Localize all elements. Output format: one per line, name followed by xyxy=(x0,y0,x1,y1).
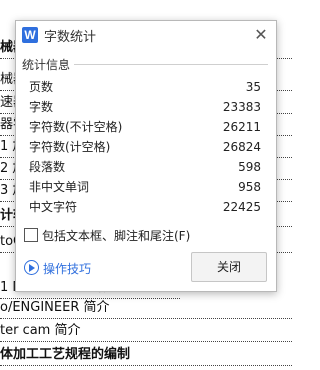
toc-line-text: o/ENGINEER 简介 xyxy=(0,300,112,315)
close-icon[interactable]: ✕ xyxy=(250,24,272,46)
stat-label: 页数 xyxy=(29,80,54,94)
stat-label: 字数 xyxy=(29,100,54,114)
toc-line-text: 体加工工艺规程的编制 xyxy=(0,347,133,362)
stat-row-paragraphs: 段落数 598 xyxy=(29,157,261,177)
toc-line: ter cam 简介 xyxy=(0,321,292,342)
toc-line: 体加工工艺规程的编制 xyxy=(0,345,292,366)
dialog-title: 字数统计 xyxy=(44,30,97,45)
stat-value: 23383 xyxy=(222,100,261,114)
toc-line-text: ter cam 简介 xyxy=(0,323,83,338)
stat-row-pages: 页数 35 xyxy=(29,77,261,97)
stat-row-chinese-chars: 中文字符 22425 xyxy=(29,197,261,217)
stat-value: 26824 xyxy=(222,140,261,154)
dialog-titlebar[interactable]: W 字数统计 ✕ xyxy=(16,21,276,49)
stat-label: 中文字符 xyxy=(29,200,78,214)
word-count-dialog: W 字数统计 ✕ 统计信息 页数 35 字数 23383 字符数(不计空格) 2… xyxy=(15,20,277,292)
stat-value: 22425 xyxy=(222,200,261,214)
stat-value: 26211 xyxy=(222,120,261,134)
tips-label[interactable]: 操作技巧 xyxy=(43,260,91,277)
stat-value: 35 xyxy=(245,80,261,94)
play-circle-icon xyxy=(24,260,39,275)
wps-writer-icon: W xyxy=(22,27,38,43)
stat-label: 字符数(不计空格) xyxy=(29,120,123,134)
stat-value: 958 xyxy=(238,180,261,194)
stat-row-words: 字数 23383 xyxy=(29,97,261,117)
stat-label: 字符数(计空格) xyxy=(29,140,111,154)
close-button[interactable]: 关闭 xyxy=(191,252,267,282)
statistics-group: 统计信息 页数 35 字数 23383 字符数(不计空格) 26211 字符数(… xyxy=(22,56,268,237)
stat-value: 598 xyxy=(238,160,261,174)
stat-row-chars-no-spaces: 字符数(不计空格) 26211 xyxy=(29,117,261,137)
stat-label: 非中文单词 xyxy=(29,180,90,194)
stat-label: 段落数 xyxy=(29,160,66,174)
statistics-group-label: 统计信息 xyxy=(22,56,75,73)
toc-line: o/ENGINEER 简介 xyxy=(0,298,292,319)
include-textboxes-label[interactable]: 包括文本框、脚注和尾注(F) xyxy=(42,227,190,244)
stat-row-chars-with-spaces: 字符数(计空格) 26824 xyxy=(29,137,261,157)
stat-row-non-chinese-words: 非中文单词 958 xyxy=(29,177,261,197)
include-textboxes-checkbox[interactable] xyxy=(24,228,38,242)
